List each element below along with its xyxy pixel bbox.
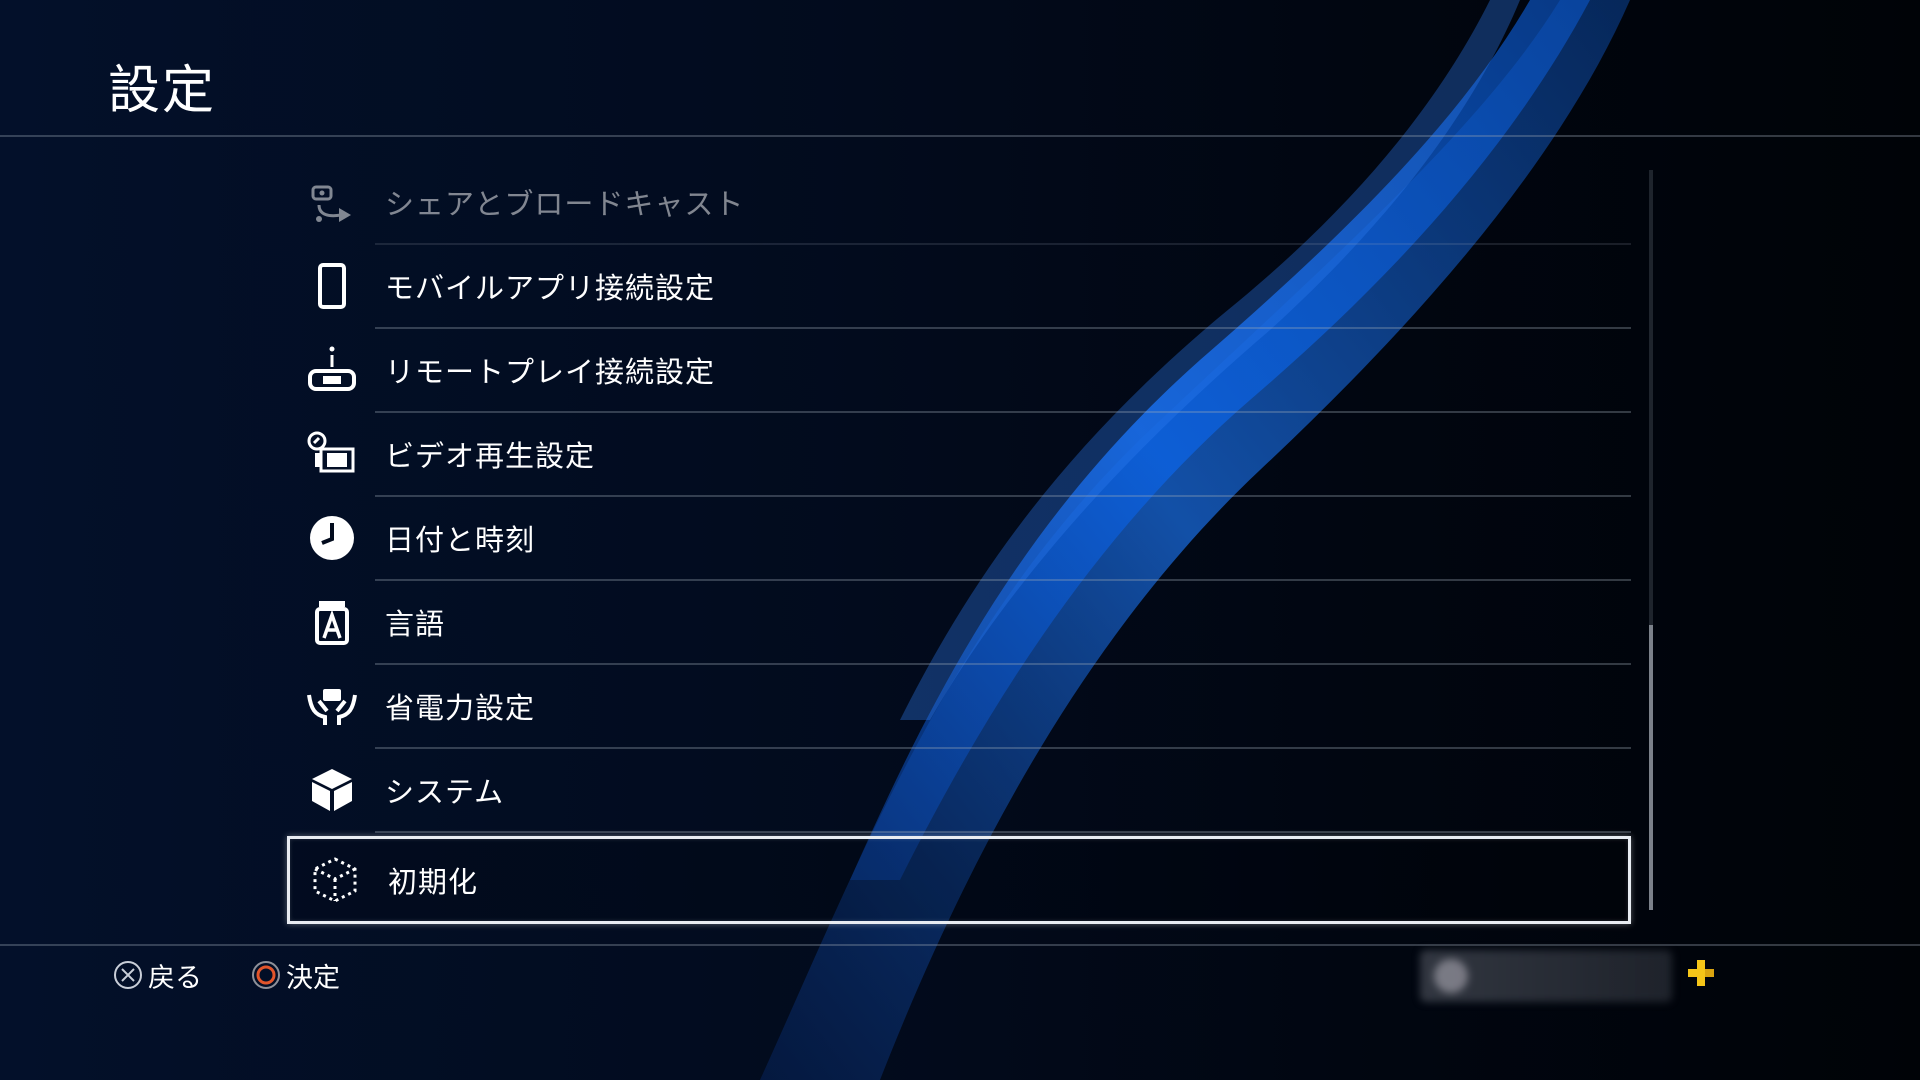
menu-item-mobile-app[interactable]: モバイルアプリ接続設定 [287, 244, 1631, 329]
mobile-phone-icon [287, 244, 377, 328]
share-broadcast-icon [287, 160, 377, 244]
power-save-icon [287, 664, 377, 748]
settings-menu: シェアとブロードキャスト モバイルアプリ接続設定 リモートプレイ接続設定 ビデオ… [287, 160, 1631, 924]
menu-item-power-save[interactable]: 省電力設定 [287, 664, 1631, 749]
menu-item-video-playback[interactable]: ビデオ再生設定 [287, 412, 1631, 497]
menu-item-label: ビデオ再生設定 [385, 439, 596, 473]
system-cube-icon [287, 748, 377, 832]
circle-button-icon [252, 961, 280, 989]
menu-item-initialize[interactable]: 初期化 [287, 836, 1631, 924]
page-title: 設定 [108, 61, 217, 121]
footer-divider [0, 944, 1920, 946]
menu-item-label: 言語 [385, 607, 446, 641]
menu-item-system[interactable]: システム [287, 748, 1631, 833]
clock-icon [287, 496, 377, 580]
menu-item-label: 初期化 [388, 865, 479, 899]
playstation-plus-icon [1688, 960, 1714, 986]
header-divider [0, 135, 1920, 137]
menu-item-label: 省電力設定 [385, 691, 536, 725]
menu-item-label: シェアとブロードキャスト [385, 187, 745, 221]
scrollbar-thumb[interactable] [1649, 625, 1653, 910]
user-profile-chip[interactable] [1420, 950, 1672, 1002]
confirm-label: 決定 [286, 962, 340, 994]
menu-item-remote-play[interactable]: リモートプレイ接続設定 [287, 328, 1631, 413]
menu-scrollbar[interactable] [1649, 170, 1653, 910]
confirm-hint[interactable]: 決定 [250, 955, 340, 995]
menu-item-date-time[interactable]: 日付と時刻 [287, 496, 1631, 581]
menu-item-label: 日付と時刻 [385, 523, 536, 557]
menu-item-share-broadcast[interactable]: シェアとブロードキャスト [287, 160, 1631, 245]
back-hint[interactable]: 戻る [112, 955, 202, 995]
menu-item-label: リモートプレイ接続設定 [385, 355, 716, 389]
initialize-cube-icon [290, 838, 380, 922]
avatar [1434, 959, 1468, 993]
menu-item-label: システム [385, 775, 505, 809]
settings-screen: 設定 シェアとブロードキャスト モバイルアプリ接続設定 リモートプレイ接続設定 … [0, 0, 1920, 1080]
remote-play-icon [287, 328, 377, 412]
language-icon [287, 580, 377, 664]
cross-button-icon [114, 961, 142, 989]
back-label: 戻る [148, 962, 202, 994]
video-playback-icon [287, 412, 377, 496]
menu-divider [375, 831, 1631, 833]
menu-item-label: モバイルアプリ接続設定 [385, 271, 716, 305]
menu-item-language[interactable]: 言語 [287, 580, 1631, 665]
